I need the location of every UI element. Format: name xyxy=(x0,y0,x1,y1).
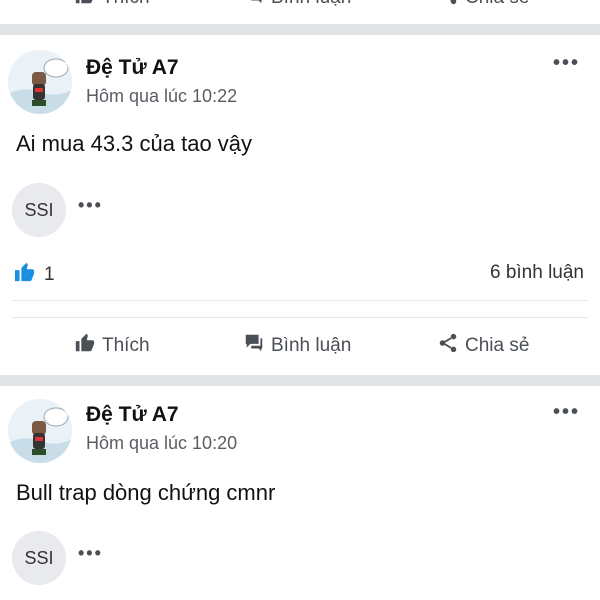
share-icon xyxy=(437,0,459,12)
feed-separator xyxy=(0,375,600,386)
tag-chip-label: SSI xyxy=(24,547,54,568)
tag-chip-label: SSI xyxy=(24,199,54,220)
chat-bubble-icon xyxy=(243,0,265,12)
prev-share-label: Chia sẻ xyxy=(465,0,529,9)
ssi-tag-chip[interactable]: SSI xyxy=(12,183,66,237)
divider-line xyxy=(12,300,588,301)
post-author[interactable]: Đệ Tử A7 xyxy=(86,403,179,427)
post-author[interactable]: Đệ Tử A7 xyxy=(86,56,179,80)
thumbs-up-icon xyxy=(14,262,36,288)
prev-share-button[interactable]: Chia sẻ xyxy=(437,0,529,10)
chat-bubble-icon xyxy=(243,332,265,360)
prev-comment-button[interactable]: Bình luận xyxy=(243,0,351,10)
reaction-summary[interactable]: 1 xyxy=(14,262,55,288)
more-dots-icon[interactable]: ••• xyxy=(553,401,580,424)
prev-like-label: Thích xyxy=(102,0,150,9)
more-dots-icon[interactable]: ••• xyxy=(78,543,103,564)
comment-button[interactable]: Bình luận xyxy=(243,334,351,358)
feed-separator xyxy=(0,24,600,35)
avatar[interactable] xyxy=(8,399,72,463)
prev-like-button[interactable]: Thích xyxy=(74,0,150,10)
prev-comment-label: Bình luận xyxy=(271,0,351,9)
previous-post-action-bar: Thích Bình luận Chia sẻ xyxy=(0,0,600,10)
comment-count[interactable]: 6 bình luận xyxy=(490,262,584,284)
avatar[interactable] xyxy=(8,50,72,114)
post-text: Ai mua 43.3 của tao vậy xyxy=(16,131,253,156)
share-label: Chia sẻ xyxy=(465,335,530,356)
like-count: 1 xyxy=(44,264,55,285)
share-icon xyxy=(437,332,459,360)
like-label: Thích xyxy=(102,335,150,356)
post-action-bar: Thích Bình luận Chia sẻ xyxy=(0,332,600,362)
thumbs-up-icon xyxy=(74,0,96,12)
ssi-tag-chip[interactable]: SSI xyxy=(12,531,66,585)
divider-line xyxy=(12,317,588,318)
post-timestamp[interactable]: Hôm qua lúc 10:22 xyxy=(86,86,237,107)
more-dots-icon[interactable]: ••• xyxy=(78,195,103,216)
like-button[interactable]: Thích xyxy=(74,332,150,360)
post-card: Đệ Tử A7 Hôm qua lúc 10:20 ••• Bull trap… xyxy=(0,386,600,600)
thumbs-up-icon xyxy=(74,332,96,360)
post-card: Đệ Tử A7 Hôm qua lúc 10:22 ••• Ai mua 43… xyxy=(0,35,600,375)
share-button[interactable]: Chia sẻ xyxy=(437,332,530,360)
post-timestamp[interactable]: Hôm qua lúc 10:20 xyxy=(86,433,237,454)
post-text: Bull trap dòng chứng cmnr xyxy=(16,480,276,505)
comment-label: Bình luận xyxy=(271,335,352,356)
more-dots-icon[interactable]: ••• xyxy=(553,52,580,75)
